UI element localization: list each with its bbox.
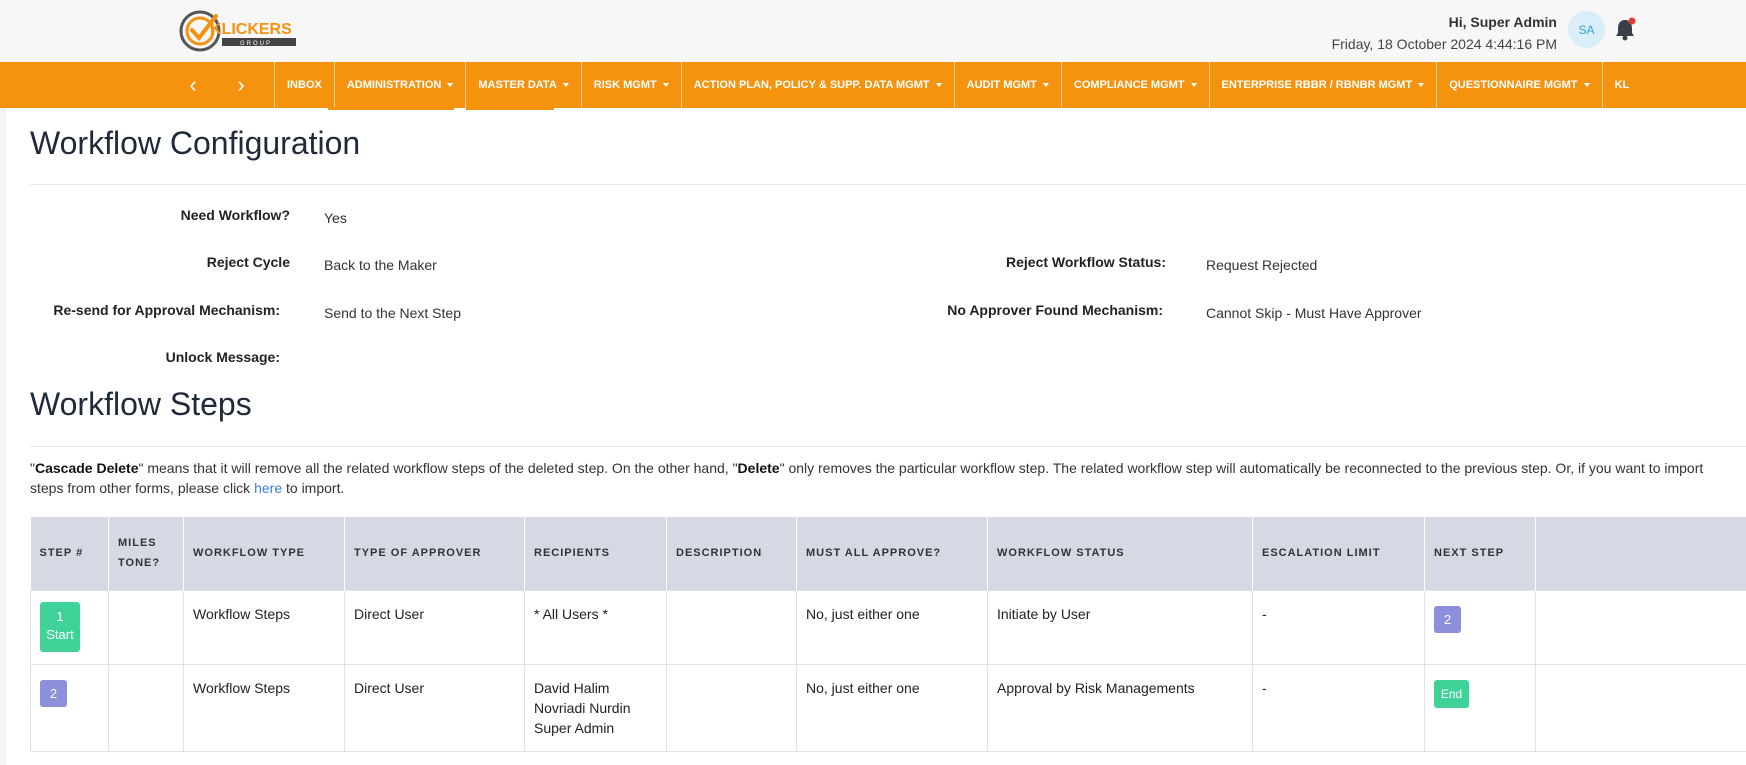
escalation-limit-cell: -: [1252, 589, 1425, 665]
nav-item-master-data[interactable]: MASTER DATA: [465, 62, 580, 108]
steps-title: Workflow Steps: [30, 386, 252, 422]
divider: [30, 184, 1746, 185]
milestone-cell: [108, 589, 184, 665]
nav-item-action-plan[interactable]: ACTION PLAN, POLICY & SUPP. DATA MGMT: [680, 62, 954, 108]
escalation-limit-cell: -: [1252, 663, 1425, 752]
col-workflow-status[interactable]: WORKFLOW STATUS: [987, 517, 1253, 590]
nav-underline: [328, 107, 454, 110]
col-workflow-type[interactable]: WORKFLOW TYPE: [183, 517, 345, 590]
nav-item-inbox[interactable]: INBOX: [274, 62, 334, 108]
reject-status-label: Reject Workflow Status:: [1006, 254, 1166, 270]
main-navbar: ‹ › INBOX ADMINISTRATION MASTER DATA RIS…: [0, 62, 1746, 108]
col-next-step[interactable]: NEXT STEP: [1424, 517, 1536, 590]
recipient-name: David Halim: [534, 679, 610, 696]
delete-term: Delete: [737, 460, 780, 476]
step-number-badge[interactable]: 2: [40, 679, 67, 707]
milestone-cell: [108, 663, 184, 752]
caret-down-icon: [662, 83, 669, 87]
recipient-name: Super Admin: [534, 719, 615, 736]
workflow-type-cell: Workflow Steps: [183, 589, 345, 665]
caret-down-icon: [1583, 83, 1590, 87]
no-approver-label: No Approver Found Mechanism:: [947, 302, 1163, 318]
current-datetime: Friday, 18 October 2024 4:44:16 PM: [1331, 36, 1557, 52]
table-row[interactable]: 2 Workflow Steps Direct User David Halim…: [30, 663, 1746, 752]
user-info: Hi, Super Admin Friday, 18 October 2024 …: [1332, 12, 1557, 54]
description-cell: [666, 589, 797, 665]
top-header: KLICKERS GROUP Hi, Super Admin Friday, 1…: [0, 0, 1746, 62]
no-approver-value: Cannot Skip - Must Have Approver: [1206, 305, 1422, 321]
resend-label: Re-send for Approval Mechanism:: [53, 302, 280, 318]
step-start-badge[interactable]: 1 Start: [40, 601, 80, 652]
divider: [30, 446, 1746, 447]
col-description[interactable]: DESCRIPTION: [666, 517, 797, 590]
workflow-status-cell: Initiate by User: [987, 589, 1253, 665]
next-step-end-badge[interactable]: End: [1434, 679, 1469, 708]
caret-down-icon: [1042, 83, 1049, 87]
greeting-text: Hi, Super Admin: [1448, 14, 1557, 30]
workflow-type-cell: Workflow Steps: [183, 663, 345, 752]
nav-item-administration[interactable]: ADMINISTRATION: [333, 62, 466, 108]
unlock-message-label: Unlock Message:: [165, 349, 280, 365]
klickers-logo[interactable]: KLICKERS GROUP: [178, 8, 300, 54]
nav-item-compliance-mgmt[interactable]: COMPLIANCE MGMT: [1060, 62, 1209, 108]
logo-text: KLICKERS: [210, 21, 292, 38]
nav-item-enterprise-rbbr[interactable]: ENTERPRISE RBBR / RBNBR MGMT: [1208, 62, 1437, 108]
caret-down-icon: [1190, 83, 1197, 87]
nav-menu: INBOX ADMINISTRATION MASTER DATA RISK MG…: [274, 62, 1641, 108]
resend-value: Send to the Next Step: [324, 305, 461, 321]
table-row[interactable]: 1 Start Workflow Steps Direct User * All …: [30, 589, 1746, 665]
col-step[interactable]: STEP #: [30, 517, 109, 590]
nav-item-risk-mgmt[interactable]: RISK MGMT: [580, 62, 681, 108]
must-all-approve-cell: No, just either one: [796, 663, 988, 752]
steps-note: "Cascade Delete" means that it will remo…: [30, 460, 1704, 496]
must-all-approve-cell: No, just either one: [796, 589, 988, 665]
notification-dot-icon: [1628, 17, 1636, 25]
col-must-all-approve[interactable]: MUST ALL APPROVE?: [796, 517, 988, 590]
caret-down-icon: [447, 83, 454, 87]
recipient-name: Novriadi Nurdin: [534, 699, 631, 716]
left-rail: [0, 108, 6, 765]
need-workflow-label: Need Workflow?: [180, 207, 290, 223]
reject-cycle-label: Reject Cycle: [206, 254, 290, 270]
nav-next-button[interactable]: ›: [226, 62, 256, 108]
col-escalation-limit[interactable]: ESCALATION LIMIT: [1252, 517, 1425, 590]
need-workflow-value: Yes: [324, 210, 347, 226]
col-actions: [1535, 517, 1746, 590]
reject-cycle-value: Back to the Maker: [324, 257, 437, 273]
workflow-steps-table: STEP # MILES TONE? WORKFLOW TYPE TYPE OF …: [30, 517, 1746, 752]
recipients-cell: David Halim Novriadi Nurdin Super Admin: [524, 663, 667, 752]
import-link[interactable]: here: [254, 480, 282, 496]
col-milestone[interactable]: MILES TONE?: [108, 517, 184, 590]
description-cell: [666, 663, 797, 752]
col-approver-type[interactable]: TYPE OF APPROVER: [344, 517, 525, 590]
nav-item-kl[interactable]: KL: [1601, 62, 1642, 108]
workflow-status-cell: Approval by Risk Managements: [987, 663, 1253, 752]
next-step-badge[interactable]: 2: [1434, 605, 1461, 633]
actions-cell: [1535, 589, 1746, 665]
recipients-cell: * All Users *: [524, 589, 667, 665]
nav-item-questionnaire-mgmt[interactable]: QUESTIONNAIRE MGMT: [1436, 62, 1601, 108]
caret-down-icon: [562, 83, 569, 87]
logo-subtext: GROUP: [240, 41, 272, 47]
approver-type-cell: Direct User: [344, 663, 525, 752]
page-title: Workflow Configuration: [30, 125, 361, 161]
nav-prev-button[interactable]: ‹: [178, 62, 208, 108]
avatar[interactable]: SA: [1568, 11, 1605, 48]
nav-item-audit-mgmt[interactable]: AUDIT MGMT: [953, 62, 1061, 108]
nav-underline: [466, 107, 554, 110]
table-header-row: STEP # MILES TONE? WORKFLOW TYPE TYPE OF …: [30, 517, 1746, 590]
approver-type-cell: Direct User: [344, 589, 525, 665]
cascade-delete-term: Cascade Delete: [34, 460, 139, 476]
col-recipients[interactable]: RECIPIENTS: [524, 517, 667, 590]
caret-down-icon: [1418, 83, 1425, 87]
reject-status-value: Request Rejected: [1206, 257, 1318, 273]
caret-down-icon: [935, 83, 942, 87]
bell-icon[interactable]: [1614, 17, 1636, 41]
actions-cell: [1535, 663, 1746, 752]
